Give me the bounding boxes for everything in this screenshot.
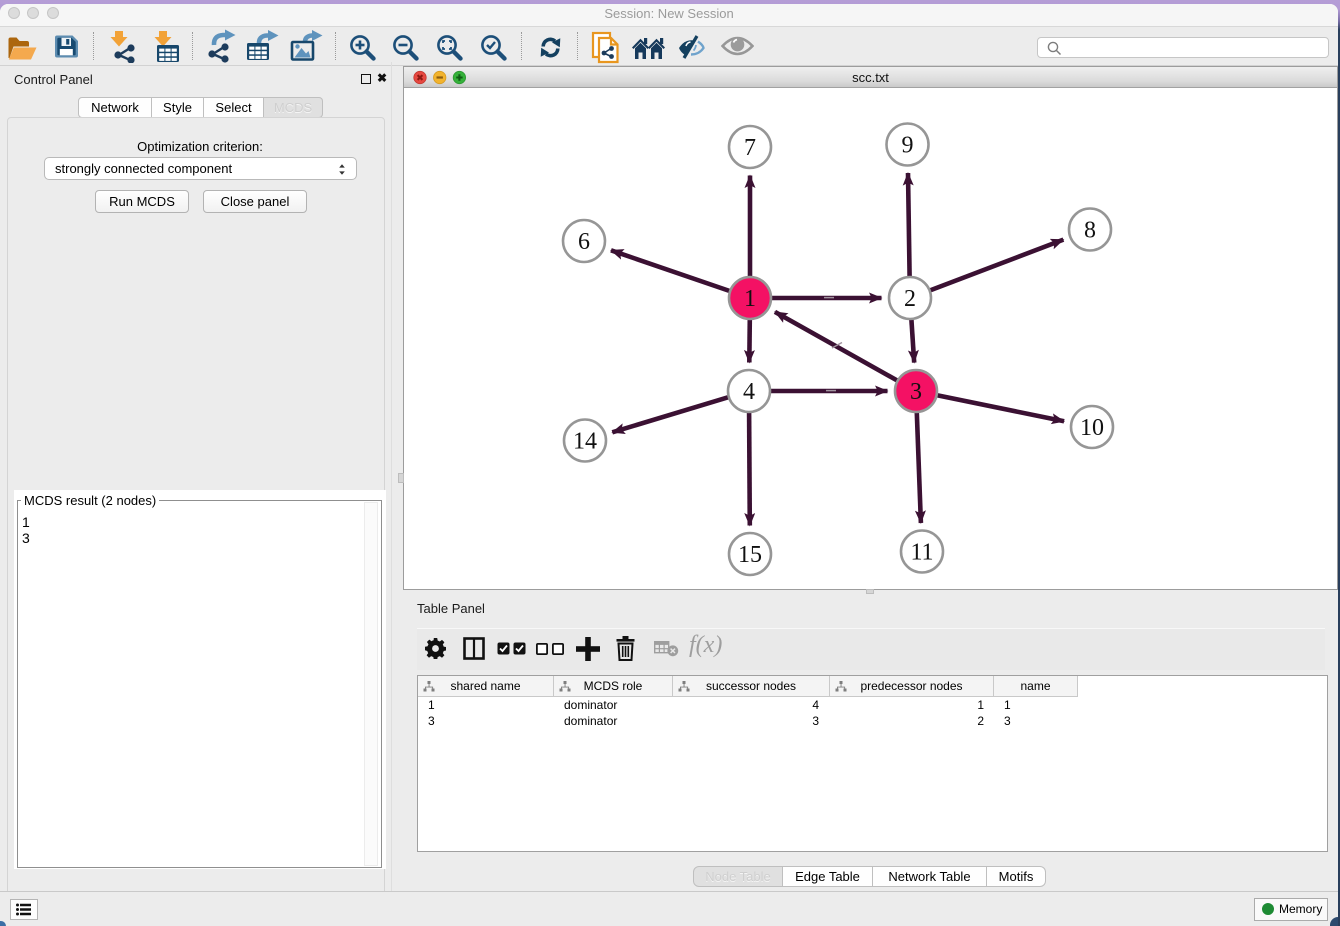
svg-text:10: 10 xyxy=(1080,415,1104,441)
svg-text:1: 1 xyxy=(744,286,756,312)
svg-text:15: 15 xyxy=(738,542,762,568)
svg-text:6: 6 xyxy=(578,229,590,255)
svg-text:14: 14 xyxy=(573,429,597,455)
svg-text:2: 2 xyxy=(904,286,916,312)
svg-text:9: 9 xyxy=(902,133,914,159)
svg-text:3: 3 xyxy=(910,379,922,405)
svg-text:8: 8 xyxy=(1084,218,1096,244)
svg-text:4: 4 xyxy=(743,379,755,405)
svg-text:11: 11 xyxy=(910,540,933,566)
svg-text:7: 7 xyxy=(744,135,756,161)
